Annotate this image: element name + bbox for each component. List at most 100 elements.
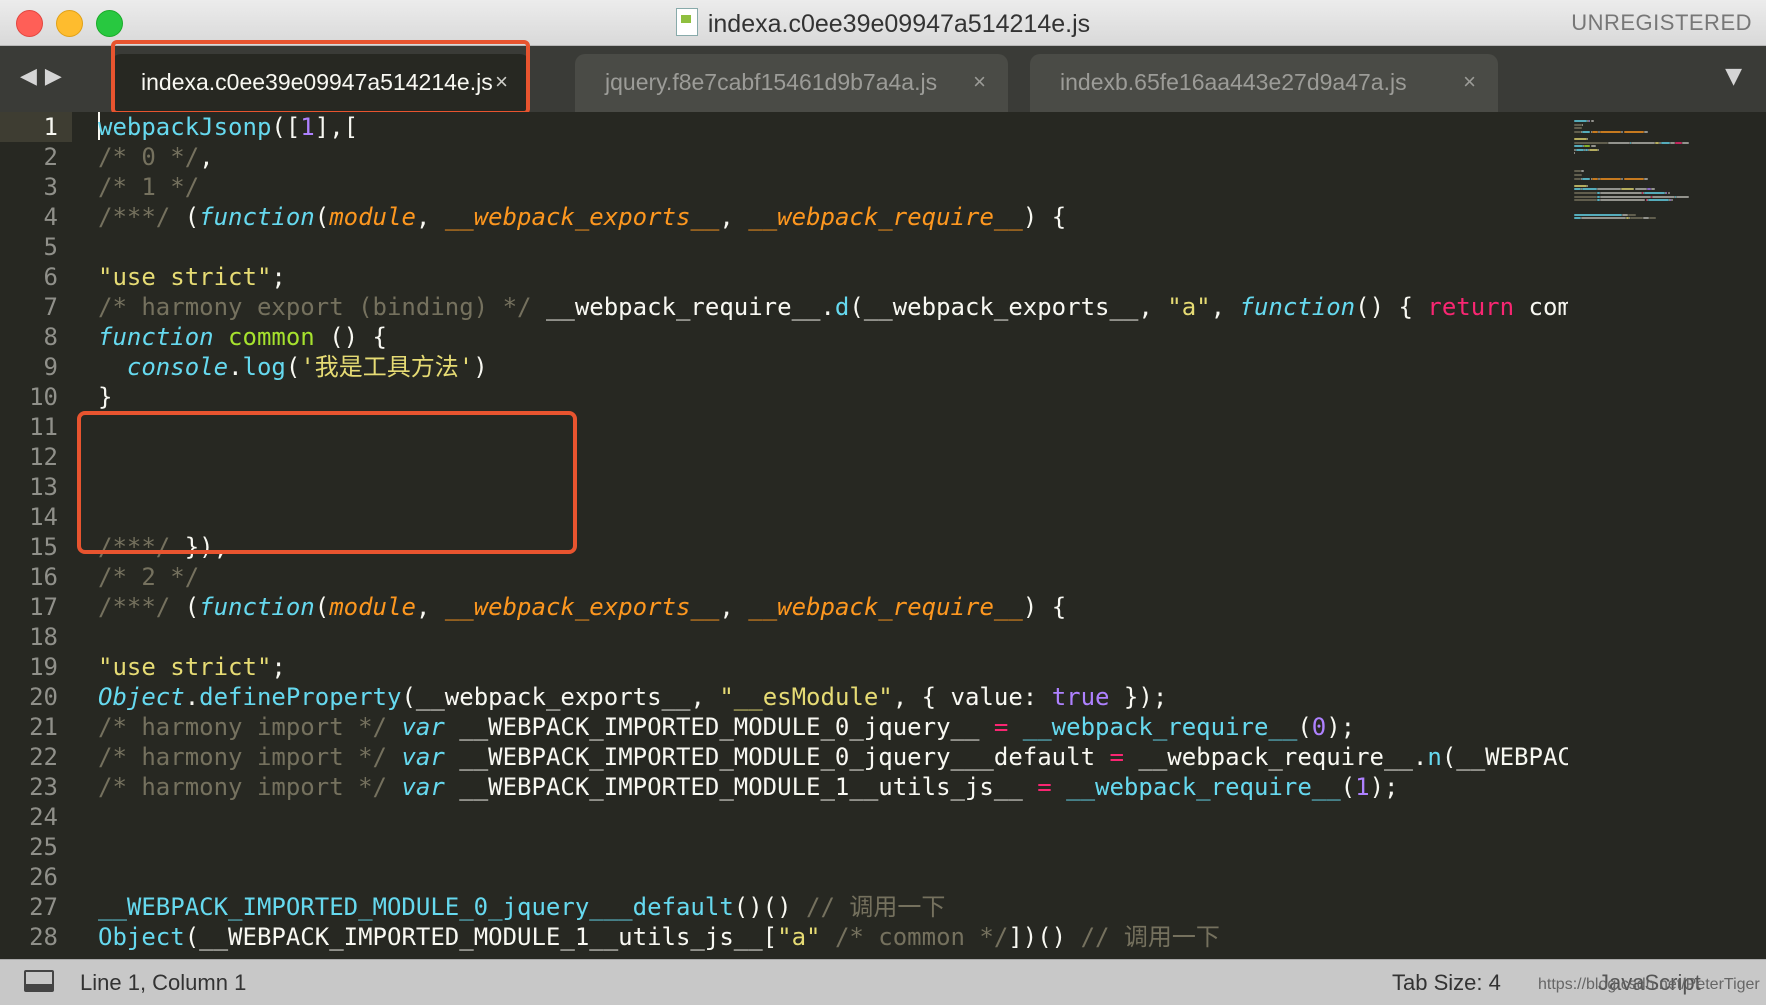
line-number: 5: [43, 233, 58, 261]
code-line[interactable]: /* harmony import */ var __WEBPACK_IMPOR…: [98, 712, 1568, 742]
line-number: 13: [29, 473, 58, 501]
code-line[interactable]: }: [98, 382, 1568, 412]
code-token: (__webpack_exports__,: [849, 293, 1168, 321]
code-token: (: [1297, 713, 1312, 741]
code-line[interactable]: [98, 232, 1568, 262]
line-number: 7: [43, 293, 58, 321]
close-tab-icon[interactable]: ×: [973, 54, 986, 110]
minimap-token: [1623, 177, 1645, 180]
line-number: 18: [29, 623, 58, 651]
minimap-token: [1574, 138, 1588, 140]
code-line[interactable]: Object(__WEBPACK_IMPORTED_MODULE_1__util…: [98, 922, 1568, 952]
code-line[interactable]: Object.defineProperty(__webpack_exports_…: [98, 682, 1568, 712]
minimap-token: [1600, 130, 1622, 133]
minimap-token: [1623, 130, 1645, 133]
code-token: __WEBPACK_IMPORTED_MODULE_0_jquery___def…: [444, 743, 1110, 771]
code-token: "__esModule": [719, 683, 893, 711]
code-editor[interactable]: 1 2 3 4 5 6 7 8 9 10 11 12 13 14 15 16 17 18 19 20 21 22 23 24 2…: [0, 112, 1766, 959]
code-token: common: [1528, 293, 1568, 321]
minimap-token: [1580, 217, 1626, 220]
code-line[interactable]: /* 2 */: [98, 562, 1568, 592]
minimap-token: [1581, 177, 1591, 180]
line-number: 3: [43, 173, 58, 201]
code-token: ,: [415, 203, 445, 231]
code-token: ])(): [1008, 923, 1081, 951]
minimap[interactable]: [1570, 112, 1766, 959]
code-token: __WEBPACK_IMPORTED_MODULE_0_jquery___def…: [98, 893, 734, 921]
code-token: __webpack_require__: [1066, 773, 1341, 801]
minimap-token: [1574, 188, 1581, 191]
minimap-token: [1574, 174, 1582, 176]
code-line[interactable]: /* harmony import */ var __WEBPACK_IMPOR…: [98, 772, 1568, 802]
code-token: __webpack_require__: [748, 203, 1023, 231]
code-line[interactable]: [98, 622, 1568, 652]
minimap-token: [1647, 199, 1669, 202]
cursor-position[interactable]: Line 1, Column 1: [80, 970, 246, 996]
line-number-gutter: 1 2 3 4 5 6 7 8 9 10 11 12 13 14 15 16 17 18 19 20 21 22 23 24 2…: [0, 112, 72, 952]
code-token: __webpack_require__: [1022, 713, 1298, 741]
code-token: =: [1037, 773, 1052, 801]
code-token: /* 1 */: [98, 173, 200, 201]
code-token: '我是工具方法': [300, 353, 474, 381]
code-token: /* harmony import */: [98, 773, 402, 801]
code-line[interactable]: [98, 802, 1568, 832]
code-line[interactable]: "use strict";: [98, 262, 1568, 292]
code-line[interactable]: /* harmony export (binding) */ __webpack…: [98, 292, 1568, 322]
code-token: ;: [271, 263, 286, 291]
minimap-token: [1574, 145, 1583, 148]
back-arrow-icon[interactable]: ◀: [20, 64, 45, 89]
code-token: );: [1326, 713, 1356, 741]
tab-indexb[interactable]: indexb.65fe16aa443e27d9a47a.js ×: [1030, 54, 1498, 112]
tab-menu-icon[interactable]: ▼: [1725, 64, 1742, 89]
code-token: log: [242, 353, 286, 381]
code-line[interactable]: [98, 832, 1568, 862]
code-token: });: [1109, 683, 1168, 711]
code-line[interactable]: function common () {: [98, 322, 1568, 352]
tab-label: jquery.f8e7cabf15461d9b7a4a.js: [605, 69, 938, 95]
code-token: module: [329, 593, 416, 621]
line-number: 20: [29, 683, 58, 711]
code-token: /* 2 */: [98, 563, 200, 591]
tab-jquery[interactable]: jquery.f8e7cabf15461d9b7a4a.js ×: [575, 54, 1008, 112]
code-token: d: [834, 293, 850, 321]
code-token: Object: [98, 683, 185, 711]
function-highlight-annotation: [77, 411, 577, 554]
minimap-token: [1600, 177, 1622, 180]
forward-arrow-icon[interactable]: ▶: [45, 64, 70, 89]
registration-status: UNREGISTERED: [1571, 10, 1752, 35]
minimap-token: [1590, 145, 1596, 148]
code-token: var: [401, 773, 445, 801]
code-line[interactable]: /* 1 */: [98, 172, 1568, 202]
code-token: (__webpack_exports__,: [401, 683, 720, 711]
panel-toggle-icon[interactable]: [24, 970, 54, 992]
code-line[interactable]: [98, 862, 1568, 892]
minimap-token: [1644, 192, 1666, 194]
code-line[interactable]: __WEBPACK_IMPORTED_MODULE_0_jquery___def…: [98, 892, 1568, 922]
code-line[interactable]: webpackJsonp([1],[: [98, 112, 1568, 142]
code-line[interactable]: /***/ (function(module, __webpack_export…: [98, 202, 1568, 232]
code-token: (__WEBPACK_IMPORTED_MODULE_1__utils_js__…: [184, 923, 778, 951]
code-line[interactable]: "use strict";: [98, 652, 1568, 682]
line-number: 21: [29, 713, 58, 741]
code-token: ()(): [733, 893, 807, 921]
code-token: ,: [415, 593, 445, 621]
code-line[interactable]: /***/ (function(module, __webpack_export…: [98, 592, 1568, 622]
code-token: true: [1051, 683, 1110, 711]
minimap-token: [1574, 184, 1588, 187]
code-token: 1: [300, 113, 315, 141]
code-token: "a": [777, 923, 821, 951]
code-token: ([: [271, 113, 301, 141]
tab-navigation: ◀▶: [20, 64, 70, 89]
code-line[interactable]: /* harmony import */ var __WEBPACK_IMPOR…: [98, 742, 1568, 772]
minimap-token: [1574, 192, 1598, 194]
code-token: ,: [719, 203, 749, 231]
line-number: 26: [29, 863, 58, 891]
code-line[interactable]: console.log('我是工具方法'): [98, 352, 1568, 382]
minimap-token: [1574, 123, 1582, 126]
line-number: 14: [29, 503, 58, 531]
close-tab-icon[interactable]: ×: [1463, 54, 1476, 110]
code-line[interactable]: /* 0 */,: [98, 142, 1568, 172]
tab-size-selector[interactable]: Tab Size: 4: [1392, 970, 1501, 996]
